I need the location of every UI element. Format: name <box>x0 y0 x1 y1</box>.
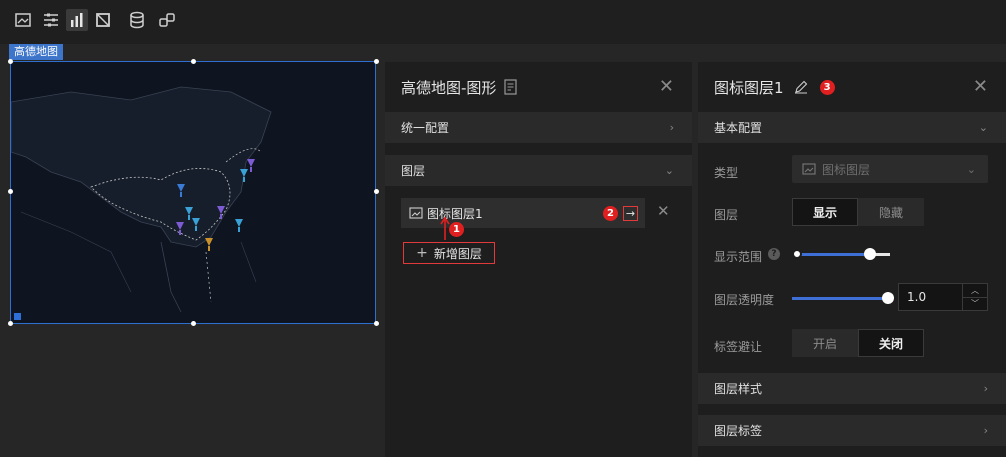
resize-handle[interactable] <box>8 189 13 194</box>
section-label: 基本配置 <box>714 121 763 135</box>
panel-header: 图标图层1 3 ✕ <box>698 62 1006 112</box>
display-range-label: 显示范围 <box>714 250 763 264</box>
step-badge-3: 3 <box>819 79 835 95</box>
opacity-slider[interactable] <box>792 291 894 305</box>
type-select-value: 图标图层 <box>822 162 871 177</box>
help-icon[interactable]: ? <box>768 248 780 260</box>
image-icon <box>409 207 423 219</box>
sliders-icon[interactable] <box>40 9 62 31</box>
plus-icon: + <box>416 245 428 261</box>
section-layer-label[interactable]: 图层标签 › <box>698 415 1006 446</box>
chevron-down-icon: ⌄ <box>966 162 976 176</box>
add-layer-label: 新增图层 <box>433 246 482 261</box>
delete-layer-icon[interactable]: ✕ <box>657 204 670 219</box>
chevron-down-icon: ⌄ <box>664 164 674 177</box>
section-layer-style[interactable]: 图层样式 › <box>698 373 1006 404</box>
resize-handle[interactable] <box>374 321 379 326</box>
database-icon[interactable] <box>126 9 148 31</box>
chevron-down-icon: ⌄ <box>978 121 988 134</box>
stepper-down-icon[interactable]: ﹀ <box>963 298 987 310</box>
resize-handle[interactable] <box>191 59 196 64</box>
resize-handle[interactable] <box>8 321 13 326</box>
add-layer-button[interactable]: + 新增图层 <box>403 242 495 264</box>
panel-title: 图标图层1 <box>714 78 784 97</box>
close-icon[interactable]: ✕ <box>659 78 674 96</box>
chevron-right-icon: › <box>983 382 988 395</box>
slider-handle[interactable] <box>882 292 894 304</box>
stepper: ︿ ﹀ <box>962 284 987 310</box>
section-label: 图层 <box>401 164 426 178</box>
section-layers[interactable]: 图层 ⌄ <box>385 155 692 186</box>
visibility-toggle: 显示 隐藏 <box>792 198 924 226</box>
display-range-slider[interactable] <box>792 247 892 261</box>
top-toolbar <box>0 0 1006 44</box>
bar-chart-icon[interactable] <box>66 9 88 31</box>
component-tag[interactable]: 高德地图 <box>9 44 63 60</box>
section-label: 图层标签 <box>714 424 763 438</box>
section-label: 统一配置 <box>401 121 450 135</box>
stepper-up-icon[interactable]: ︿ <box>963 284 987 298</box>
off-option[interactable]: 关闭 <box>858 329 924 357</box>
slider-handle-min[interactable] <box>792 249 802 259</box>
step-badge-2: 2 <box>603 206 618 221</box>
section-label: 图层样式 <box>714 382 763 396</box>
map-graphic <box>11 86 272 313</box>
panel-title: 高德地图-图形 <box>401 78 497 97</box>
link-icon[interactable] <box>156 9 178 31</box>
label-avoid-label: 标签避让 <box>714 340 763 354</box>
map-component[interactable] <box>10 61 376 324</box>
crop-icon[interactable] <box>92 9 114 31</box>
edit-pencil-icon[interactable] <box>794 80 808 94</box>
image-icon[interactable] <box>12 9 34 31</box>
on-option[interactable]: 开启 <box>792 329 858 357</box>
label-avoid-toggle: 开启 关闭 <box>792 329 924 357</box>
resize-handle[interactable] <box>8 59 13 64</box>
resize-handle[interactable] <box>191 321 196 326</box>
graphic-panel: 高德地图-图形 ✕ 统一配置 › 图层 ⌄ 图标图层1 2 → ✕ 1 + 新增… <box>385 62 692 457</box>
opacity-input[interactable]: 1.0 ︿ ﹀ <box>898 283 988 311</box>
chevron-right-icon: › <box>983 424 988 437</box>
map-logo-icon <box>14 313 21 320</box>
document-icon[interactable] <box>504 79 518 95</box>
opacity-value: 1.0 <box>907 290 927 304</box>
layer-config-panel: 图标图层1 3 ✕ 基本配置 ⌄ 类型 图标图层 ⌄ 图层 显示 隐藏 显示范围… <box>698 62 1006 457</box>
step-badge-1: 1 <box>449 222 464 237</box>
panel-header: 高德地图-图形 ✕ <box>385 62 692 112</box>
close-icon[interactable]: ✕ <box>973 78 988 96</box>
section-unified-config[interactable]: 统一配置 › <box>385 112 692 143</box>
resize-handle[interactable] <box>374 59 379 64</box>
edit-layer-arrow-button[interactable]: → <box>623 206 638 221</box>
layer-visibility-label: 图层 <box>714 208 739 222</box>
image-icon <box>802 163 816 175</box>
chevron-right-icon: › <box>669 121 674 134</box>
resize-handle[interactable] <box>374 189 379 194</box>
hide-option[interactable]: 隐藏 <box>858 198 924 226</box>
show-option[interactable]: 显示 <box>792 198 858 226</box>
section-basic-config[interactable]: 基本配置 ⌄ <box>698 112 1006 143</box>
slider-handle-max[interactable] <box>864 248 876 260</box>
type-select[interactable]: 图标图层 ⌄ <box>792 155 988 183</box>
type-label: 类型 <box>714 166 739 180</box>
opacity-label: 图层透明度 <box>714 293 775 307</box>
